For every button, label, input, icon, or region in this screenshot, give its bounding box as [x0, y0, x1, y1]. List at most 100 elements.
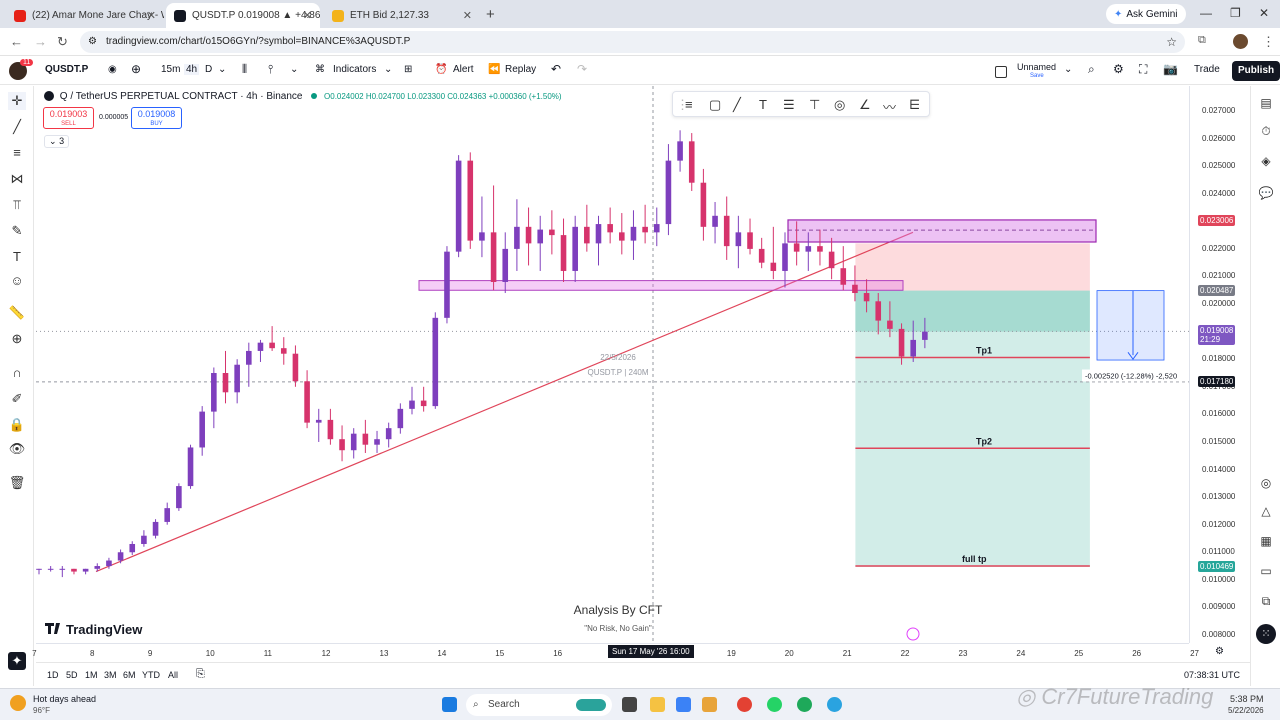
range-ytd[interactable]: YTD	[142, 670, 160, 680]
whatsapp-business-icon[interactable]	[797, 697, 812, 712]
close-tab-icon[interactable]: ✕	[147, 9, 156, 22]
range-1d[interactable]: 1D	[47, 670, 59, 680]
lock-drawing-icon[interactable]: ✐	[8, 390, 26, 408]
zoom-icon[interactable]: ⊕	[8, 330, 26, 348]
rectangle-icon[interactable]: ▢	[709, 97, 721, 113]
range-5d[interactable]: 5D	[66, 670, 78, 680]
chart-canvas[interactable]: Tp1 Tp2 full tp 22/5/2026 QUSDT.P | 240M -0.0…	[36, 86, 1189, 643]
chat-icon[interactable]: 💬	[1257, 184, 1275, 202]
buy-button[interactable]: 0.019008 BUY	[131, 107, 182, 129]
interval-4h[interactable]: 4h	[184, 64, 200, 75]
vtext-icon[interactable]: ⊤	[809, 97, 820, 113]
indicators-button[interactable]: Indicators	[333, 64, 376, 75]
angle-icon[interactable]: ∠	[859, 97, 871, 113]
target-icon[interactable]: ◎	[834, 97, 845, 113]
new-tab-button[interactable]: +	[486, 6, 495, 23]
lock-icon[interactable]: 🔒	[8, 416, 26, 434]
trade-button[interactable]: Trade	[1194, 64, 1220, 75]
close-tab-icon[interactable]: ✕	[303, 9, 312, 22]
alerts-clock-icon[interactable]: ⏱	[1257, 122, 1275, 140]
time-axis[interactable]: 789101112131415161718192021222324252627S…	[32, 643, 1199, 661]
chart-style-dropdown-icon[interactable]: ⌄	[290, 64, 298, 75]
layout-dropdown-icon[interactable]: ⌄	[1064, 64, 1072, 75]
alert-button[interactable]: Alert	[453, 64, 474, 75]
browser-menu-icon[interactable]: ⋮	[1262, 34, 1275, 50]
target-widget-icon[interactable]: ◎	[1257, 474, 1275, 492]
browser-tab-eth[interactable]: ETH Bid 2,127.33 ✕	[324, 3, 480, 28]
store-icon[interactable]	[676, 697, 691, 712]
task-view-icon[interactable]	[622, 697, 637, 712]
compare-add-icon[interactable]: ⊕	[131, 62, 141, 76]
trendline-icon[interactable]: ╱	[8, 118, 26, 136]
range-all[interactable]: All	[168, 670, 178, 680]
start-windows-icon[interactable]	[442, 697, 457, 712]
reload-icon[interactable]: ↻	[57, 34, 68, 50]
eye-icon[interactable]: ◉	[108, 64, 117, 75]
taskbar-search[interactable]: ⌕ Search	[466, 694, 612, 716]
telegram-icon[interactable]	[827, 697, 842, 712]
calendar-icon[interactable]: ▦	[1257, 532, 1275, 550]
apps-grid-icon[interactable]: ⁙	[1256, 624, 1276, 644]
ideas-icon[interactable]: △	[1257, 502, 1275, 520]
browser-tab-youtube[interactable]: (22) Amar Mone Jare Chay - Wi ✕	[6, 3, 164, 28]
redo-icon[interactable]: ↷	[577, 62, 587, 76]
crosshair-icon[interactable]: ✛	[8, 92, 26, 110]
symbol-search[interactable]: QUSDT.P	[45, 64, 88, 75]
whatsapp-icon[interactable]	[767, 697, 782, 712]
emoji-icon[interactable]: ☺	[8, 272, 26, 290]
minimize-icon[interactable]: —	[1200, 6, 1212, 20]
back-icon[interactable]: ←	[10, 34, 23, 49]
interval-dropdown-icon[interactable]: ⌄	[218, 64, 226, 75]
more-icon[interactable]: ⋿	[909, 97, 920, 113]
camera-icon[interactable]: 📷	[1163, 62, 1178, 76]
text-tool-icon[interactable]: T	[8, 248, 26, 266]
price-axis[interactable]: 0.0270000.0260000.0250000.0240000.023000…	[1189, 86, 1249, 643]
watchlist-icon[interactable]: ▤	[1257, 94, 1275, 112]
restore-icon[interactable]: ❐	[1230, 6, 1241, 20]
brush-icon[interactable]: ✎	[8, 222, 26, 240]
browser-tab-tradingview[interactable]: QUSDT.P 0.019008 ▲ +4.86% U ✕	[166, 3, 320, 28]
layouts-icon[interactable]: ⊞	[404, 64, 412, 75]
magnet-icon[interactable]: ∩	[8, 364, 26, 382]
ruler-icon[interactable]: 📏	[8, 304, 26, 322]
line-icon[interactable]: ╱	[733, 97, 741, 113]
visibility-icon[interactable]: 👁	[8, 440, 26, 458]
replay-button[interactable]: Replay	[505, 64, 536, 75]
pattern-icon[interactable]: ⋈	[8, 170, 26, 188]
forecast-icon[interactable]: ⫪	[8, 196, 26, 214]
clock-utc[interactable]: 07:38:31 UTC	[1184, 670, 1240, 680]
bookmark-star-icon[interactable]: ☆	[1166, 31, 1177, 53]
close-window-icon[interactable]: ✕	[1259, 6, 1269, 20]
news-icon[interactable]: ▭	[1257, 562, 1275, 580]
indicator-collapse[interactable]: ⌄ 3	[44, 135, 70, 148]
range-3m[interactable]: 3M	[104, 670, 117, 680]
profile-avatar[interactable]	[1233, 34, 1248, 49]
site-info-icon[interactable]: ⚙	[88, 31, 97, 53]
system-date[interactable]: 5/22/2026	[1228, 706, 1264, 715]
publish-button[interactable]: Publish	[1232, 61, 1280, 81]
trash-icon[interactable]: 🗑	[8, 474, 26, 492]
file-explorer-icon[interactable]	[650, 697, 665, 712]
weather-icon[interactable]	[10, 695, 26, 711]
system-time[interactable]: 5:38 PM	[1230, 694, 1264, 704]
cast-icon[interactable]: ⧉	[1198, 34, 1206, 47]
chrome-icon[interactable]	[737, 697, 752, 712]
indicators-dropdown-icon[interactable]: ⌄	[384, 64, 392, 75]
files-icon[interactable]	[702, 697, 717, 712]
list-icon[interactable]: ☰	[783, 97, 795, 113]
forward-icon[interactable]: →	[34, 34, 47, 49]
close-tab-icon[interactable]: ✕	[463, 9, 472, 22]
undo-icon[interactable]: ↶	[551, 62, 561, 76]
candle-type-icon[interactable]: ⫴	[242, 62, 247, 77]
layout-name[interactable]: Unnamed	[1017, 62, 1056, 72]
sell-button[interactable]: 0.019003 SELL	[43, 107, 94, 129]
object-tree-icon[interactable]: ✦	[8, 652, 26, 670]
layout-checkbox[interactable]	[995, 66, 1007, 78]
ask-gemini-button[interactable]: ✦ Ask Gemini	[1106, 4, 1186, 24]
time-axis-settings-icon[interactable]: ⚙	[1215, 646, 1224, 657]
fib-icon[interactable]: ≡	[8, 144, 26, 162]
interval-d[interactable]: D	[205, 64, 212, 75]
address-bar[interactable]: ⚙ tradingview.com/chart/o15O6GYn/?symbol…	[80, 31, 1185, 53]
settings-icon[interactable]: ⚙	[1113, 62, 1124, 76]
hline-icon[interactable]: ≡	[685, 97, 693, 112]
